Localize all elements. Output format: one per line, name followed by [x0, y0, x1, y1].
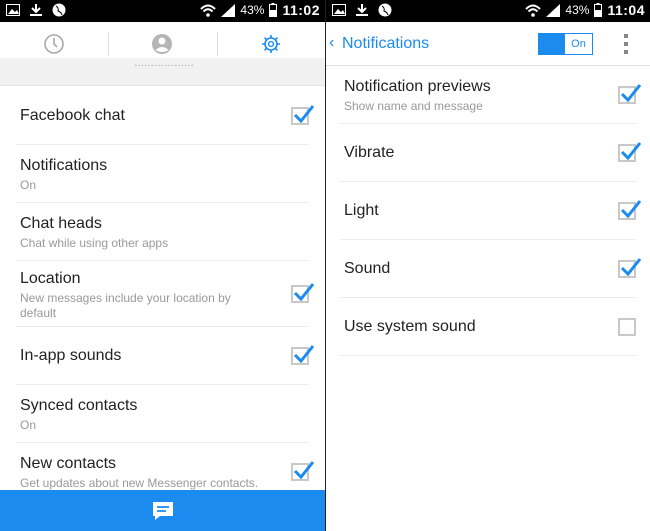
- setting-subtitle: Get updates about new Messenger contacts…: [20, 476, 259, 490]
- setting-title: Vibrate: [344, 144, 395, 161]
- status-time: 11:04: [607, 2, 645, 18]
- setting-subtitle: Show name and message: [344, 99, 483, 113]
- cutoff-text: ………………: [134, 58, 194, 69]
- checkmark-icon: [619, 82, 641, 104]
- battery-icon: [269, 3, 278, 17]
- use-system-sound-checkbox[interactable]: [618, 318, 636, 336]
- compose-message-icon: [152, 501, 173, 520]
- setting-title: Facebook chat: [20, 107, 125, 124]
- setting-title: Chat heads: [20, 215, 102, 232]
- setting-subtitle: On: [20, 178, 37, 192]
- download-icon: [356, 4, 368, 16]
- setting-title: Notifications: [20, 157, 108, 174]
- globe-icon: [52, 3, 66, 17]
- gallery-icon: [6, 4, 20, 16]
- status-bar: 43% 11:04: [326, 0, 650, 22]
- setting-title: In-app sounds: [20, 347, 122, 364]
- gallery-icon: [332, 4, 346, 16]
- notifications-toggle[interactable]: On: [538, 33, 593, 55]
- setting-title: Notification previews: [344, 78, 491, 95]
- notifications-settings-screen: 43% 11:04 ‹ Notifications On Notificatio…: [325, 0, 650, 531]
- in-app-sounds-checkbox[interactable]: [291, 347, 309, 365]
- notification-previews-checkbox[interactable]: [618, 86, 636, 104]
- wifi-icon: [200, 4, 217, 17]
- settings-list: Facebook chat Notifications On Chat head…: [0, 87, 325, 501]
- wifi-icon: [525, 4, 542, 17]
- back-chevron-icon[interactable]: ‹: [329, 34, 334, 52]
- checkmark-icon: [292, 281, 314, 303]
- checkmark-icon: [619, 198, 641, 220]
- notifications-header: ‹ Notifications On: [326, 22, 650, 66]
- compose-bar[interactable]: [0, 490, 325, 531]
- setting-title: Light: [344, 202, 379, 219]
- setting-subtitle: Chat while using other apps: [20, 236, 169, 250]
- toggle-label: On: [565, 34, 592, 54]
- clock-icon: [44, 33, 64, 54]
- notification-settings-list: Notification previews Show name and mess…: [326, 66, 650, 356]
- setting-use-system-sound[interactable]: Use system sound: [340, 298, 636, 356]
- setting-notification-previews[interactable]: Notification previews Show name and mess…: [340, 66, 636, 124]
- new-contacts-checkbox[interactable]: [291, 463, 309, 481]
- toggle-thumb: [539, 34, 565, 54]
- setting-subtitle: On: [20, 418, 37, 432]
- setting-chat-heads[interactable]: Chat heads Chat while using other apps: [16, 203, 309, 261]
- light-checkbox[interactable]: [618, 202, 636, 220]
- location-checkbox[interactable]: [291, 285, 309, 303]
- checkmark-icon: [292, 343, 314, 365]
- overflow-menu-icon[interactable]: [624, 34, 630, 54]
- setting-facebook-chat[interactable]: Facebook chat: [16, 87, 309, 145]
- battery-icon: [594, 3, 603, 17]
- setting-title: Synced contacts: [20, 397, 138, 414]
- checkmark-icon: [619, 140, 641, 162]
- setting-title: Location: [20, 270, 81, 287]
- setting-title: Sound: [344, 260, 391, 277]
- messenger-settings-screen: 43% 11:02 ……………… Facebook chat Notificat…: [0, 0, 325, 531]
- checkmark-icon: [619, 256, 641, 278]
- gear-icon: [261, 34, 280, 53]
- status-time: 11:02: [282, 2, 320, 18]
- setting-in-app-sounds[interactable]: In-app sounds: [16, 327, 309, 385]
- status-bar: 43% 11:02: [0, 0, 325, 22]
- signal-icon: [546, 3, 561, 17]
- setting-title: New contacts: [20, 455, 117, 472]
- globe-icon: [378, 3, 392, 17]
- checkmark-icon: [292, 103, 314, 125]
- battery-percent: 43%: [240, 3, 265, 17]
- setting-light[interactable]: Light: [340, 182, 636, 240]
- setting-notifications[interactable]: Notifications On: [16, 145, 309, 203]
- setting-subtitle: New messages include your location by de…: [20, 291, 231, 320]
- download-icon: [30, 4, 42, 16]
- setting-location[interactable]: Location New messages include your locat…: [16, 261, 309, 327]
- cutoff-content: ………………: [0, 58, 325, 86]
- setting-title: Use system sound: [344, 318, 476, 335]
- sound-checkbox[interactable]: [618, 260, 636, 278]
- setting-vibrate[interactable]: Vibrate: [340, 124, 636, 182]
- facebook-chat-checkbox[interactable]: [291, 107, 309, 125]
- signal-icon: [221, 3, 236, 17]
- vibrate-checkbox[interactable]: [618, 144, 636, 162]
- checkmark-icon: [292, 459, 314, 481]
- page-title[interactable]: Notifications: [342, 35, 429, 53]
- setting-sound[interactable]: Sound: [340, 240, 636, 298]
- setting-synced-contacts[interactable]: Synced contacts On: [16, 385, 309, 443]
- person-icon: [152, 33, 173, 54]
- battery-percent: 43%: [565, 3, 590, 17]
